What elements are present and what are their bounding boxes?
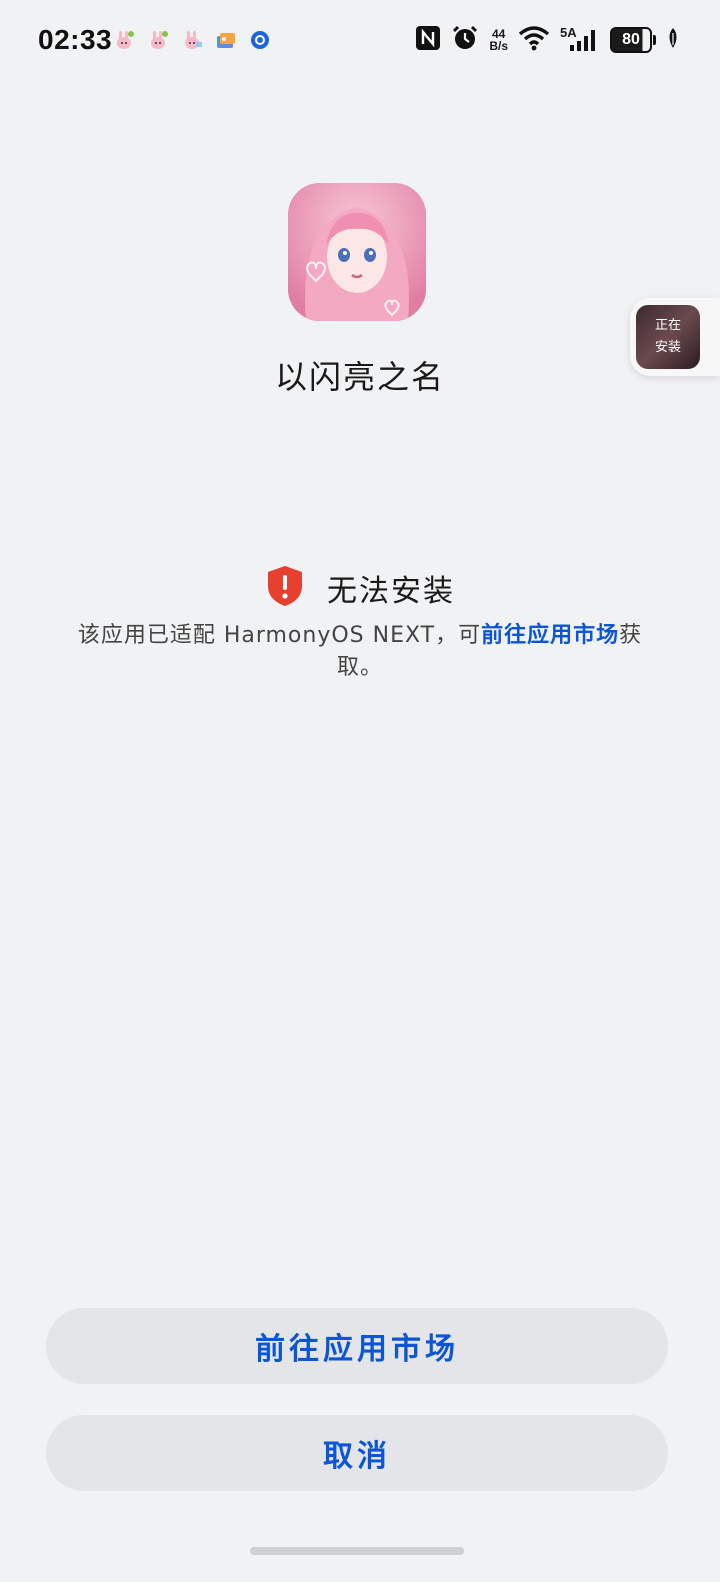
rabbit-app-icon: [112, 28, 136, 52]
app-icon: [288, 183, 426, 321]
browser-app-icon: [248, 28, 272, 52]
installing-label-line2: 安装: [654, 340, 681, 355]
error-message: 该应用已适配 HarmonyOS NEXT，可前往应用市场获取。: [56, 620, 664, 684]
leaf-icon: [666, 27, 680, 53]
battery-indicator: 80: [610, 27, 656, 53]
stack-app-icon: [214, 28, 238, 52]
nfc-icon: [415, 25, 441, 55]
installing-thumbnail: 正在 安装: [636, 305, 700, 369]
network-speed-unit: B/s: [489, 39, 508, 53]
home-indicator[interactable]: [250, 1547, 464, 1555]
cellular-signal-icon: 5A: [560, 26, 600, 53]
app-name: 以闪亮之名: [274, 358, 445, 396]
network-speed: 44 B/s: [489, 28, 508, 52]
error-header: 无法安装: [0, 564, 720, 612]
status-bar: 02:33 44 B/s 5A 80: [0, 0, 720, 82]
battery-tip: [653, 35, 656, 45]
status-indicators: 44 B/s 5A 80: [415, 24, 680, 56]
installing-floating-badge[interactable]: 正在 安装: [630, 298, 720, 376]
shield-warning-icon: [265, 564, 305, 612]
installing-label-line1: 正在: [654, 318, 681, 333]
rabbit-app-icon: [180, 28, 204, 52]
app-market-link[interactable]: 前往应用市场: [481, 623, 619, 648]
alarm-icon: [451, 24, 479, 56]
rabbit-app-icon: [146, 28, 170, 52]
battery-level: 80: [610, 27, 652, 53]
error-title: 无法安装: [327, 574, 455, 609]
go-to-app-market-button[interactable]: 前往应用市场: [46, 1308, 668, 1384]
wifi-icon: [518, 25, 550, 55]
notification-icons: [112, 28, 272, 52]
status-time: 02:33: [38, 24, 113, 55]
cancel-button[interactable]: 取消: [46, 1415, 668, 1491]
message-prefix: 该应用已适配 HarmonyOS NEXT，可: [77, 623, 482, 648]
